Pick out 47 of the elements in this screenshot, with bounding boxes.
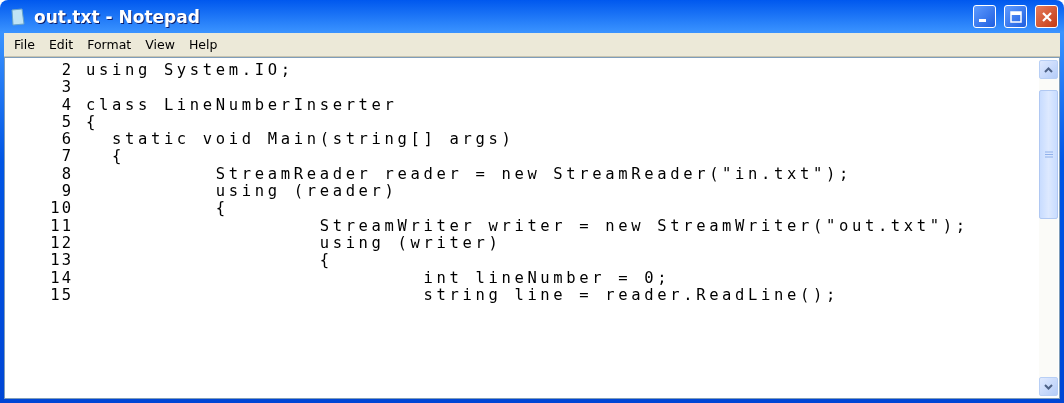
- vertical-scrollbar[interactable]: [1039, 60, 1058, 396]
- code-line: string line = reader.ReadLine();: [422, 285, 840, 304]
- maximize-icon: [1009, 10, 1022, 23]
- code-line: int lineNumber = 0;: [422, 268, 672, 287]
- menu-item[interactable]: View: [139, 35, 181, 54]
- chevron-up-icon: [1044, 66, 1053, 73]
- line-number: 5: [60, 112, 73, 131]
- line-number: 14: [49, 268, 73, 287]
- menu-item[interactable]: File: [8, 35, 41, 54]
- menu-item[interactable]: Format: [81, 35, 138, 54]
- line-number: 12: [49, 233, 73, 252]
- minimize-button[interactable]: [973, 5, 996, 28]
- line-number: 8: [60, 164, 73, 183]
- maximize-button[interactable]: [1004, 5, 1027, 28]
- line-number: 11: [49, 216, 73, 235]
- code-line: class LineNumberInserter: [86, 95, 399, 114]
- line-number: 15: [49, 285, 73, 304]
- line-number: 13: [49, 251, 73, 270]
- line-number: 10: [49, 199, 73, 218]
- chevron-down-icon: [1044, 383, 1053, 390]
- minimize-icon: [979, 19, 986, 22]
- scroll-up-button[interactable]: [1039, 60, 1058, 79]
- code-line: using (reader): [214, 182, 399, 201]
- line-number: 7: [60, 147, 73, 166]
- close-button[interactable]: [1035, 5, 1058, 28]
- code-line: {: [110, 147, 126, 166]
- window-title: out.txt - Notepad: [34, 6, 201, 27]
- code-line: {: [86, 112, 100, 131]
- code-line: {: [214, 199, 230, 218]
- menu-item[interactable]: Help: [182, 35, 224, 54]
- notepad-icon: [10, 7, 26, 26]
- menu-item[interactable]: Edit: [42, 35, 80, 54]
- scroll-down-button[interactable]: [1039, 377, 1058, 396]
- grip-icon: [1044, 151, 1053, 158]
- line-number: 4: [60, 95, 73, 114]
- line-number: 9: [60, 182, 73, 201]
- code-line: using System.IO;: [86, 61, 295, 79]
- code-line: StreamWriter writer = new StreamWriter("out.txt");: [318, 216, 970, 235]
- close-icon: [1040, 10, 1053, 23]
- line-number: 2: [60, 61, 73, 79]
- code-line: static void Main(string[] args): [110, 130, 516, 149]
- line-number: 3: [60, 78, 73, 97]
- code-line: {: [318, 251, 334, 270]
- scroll-thumb[interactable]: [1039, 90, 1058, 219]
- line-number: 6: [60, 130, 73, 149]
- code-line: using (writer): [318, 233, 503, 252]
- code-line: StreamReader reader = new StreamReader("in.txt");: [214, 164, 853, 183]
